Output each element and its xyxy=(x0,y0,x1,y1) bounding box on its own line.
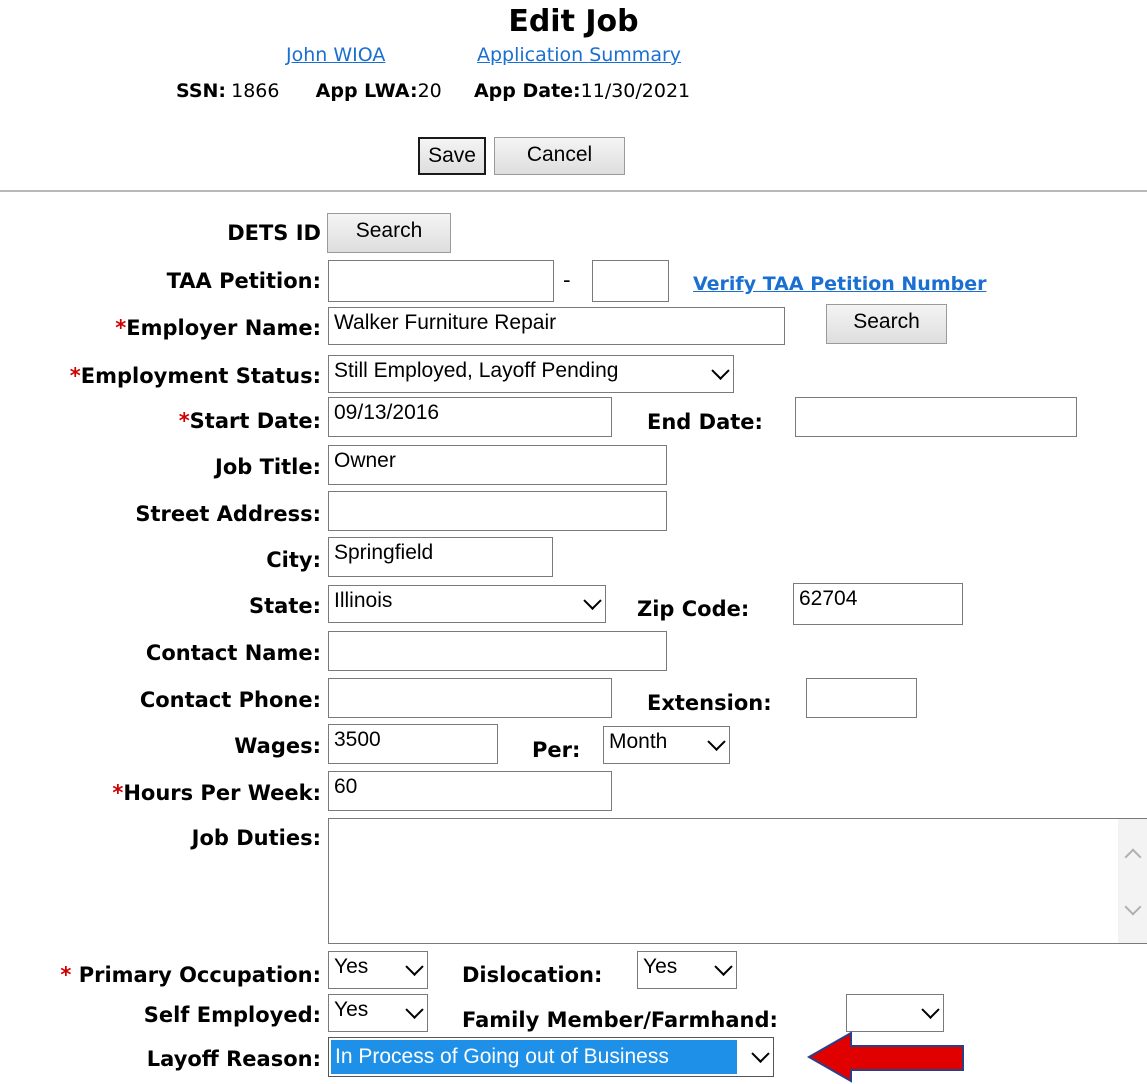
chevron-down-icon xyxy=(921,1000,940,1019)
primary-occupation-select[interactable]: Yes xyxy=(328,951,428,989)
required-marker: * xyxy=(115,316,127,340)
verify-taa-link[interactable]: Verify TAA Petition Number xyxy=(693,273,987,295)
scroll-down-icon[interactable] xyxy=(1124,898,1142,916)
chevron-down-icon xyxy=(583,591,602,610)
contact-name-input[interactable] xyxy=(328,631,667,671)
chevron-down-icon xyxy=(751,1044,770,1063)
wages-input[interactable]: 3500 xyxy=(328,724,498,764)
scroll-up-icon[interactable] xyxy=(1124,848,1142,866)
dets-search-button[interactable]: Search xyxy=(327,213,451,253)
wages-label: Wages: xyxy=(234,734,321,758)
applicant-name-link[interactable]: John WIOA xyxy=(286,44,385,66)
end-date-input[interactable] xyxy=(795,397,1077,437)
employment-status-label: *Employment Status: xyxy=(69,364,321,388)
taa-separator: - xyxy=(563,268,571,292)
city-input[interactable]: Springfield xyxy=(328,537,553,577)
family-member-label: Family Member/Farmhand: xyxy=(462,1008,778,1032)
city-label: City: xyxy=(266,548,321,572)
job-duties-label: Job Duties: xyxy=(191,826,321,850)
per-label: Per: xyxy=(532,738,581,762)
scrollbar[interactable] xyxy=(1118,819,1147,943)
arrow-left-icon xyxy=(806,1031,964,1083)
cancel-button[interactable]: Cancel xyxy=(494,137,625,175)
zip-code-input[interactable]: 62704 xyxy=(793,583,963,625)
page-title: Edit Job xyxy=(508,4,639,39)
app-date-label: App Date: xyxy=(473,80,581,102)
extension-label: Extension: xyxy=(647,691,772,715)
contact-phone-input[interactable] xyxy=(328,678,612,718)
extension-input[interactable] xyxy=(806,678,917,718)
start-date-label: *Start Date: xyxy=(178,409,321,433)
state-select[interactable]: Illinois xyxy=(328,585,606,623)
layoff-reason-label: Layoff Reason: xyxy=(146,1047,321,1071)
chevron-down-icon xyxy=(707,732,726,751)
chevron-down-icon xyxy=(405,1000,424,1019)
chevron-down-icon xyxy=(711,361,730,380)
state-label: State: xyxy=(248,594,321,618)
ssn-label: SSN: xyxy=(176,80,227,102)
employer-name-input[interactable]: Walker Furniture Repair xyxy=(328,307,785,345)
employer-search-button[interactable]: Search xyxy=(826,304,947,344)
family-member-select[interactable] xyxy=(846,994,944,1032)
dislocation-label: Dislocation: xyxy=(462,963,603,987)
summary-line: SSN: 1866 App LWA:20 App Date:11/30/2021 xyxy=(176,80,690,102)
start-date-input[interactable]: 09/13/2016 xyxy=(328,397,612,437)
job-duties-textarea[interactable] xyxy=(328,818,1147,944)
hours-per-week-label: *Hours Per Week: xyxy=(112,781,321,805)
zip-code-label: Zip Code: xyxy=(637,597,750,621)
contact-name-label: Contact Name: xyxy=(145,641,321,665)
job-title-label: Job Title: xyxy=(215,455,321,479)
contact-phone-label: Contact Phone: xyxy=(139,688,321,712)
taa-petition-input[interactable] xyxy=(328,260,554,302)
dislocation-select[interactable]: Yes xyxy=(637,951,737,989)
save-button[interactable]: Save xyxy=(418,137,486,175)
application-summary-link[interactable]: Application Summary xyxy=(477,44,681,66)
taa-petition-label: TAA Petition: xyxy=(166,269,321,293)
taa-petition-suffix-input[interactable] xyxy=(592,260,669,302)
primary-occupation-label: * Primary Occupation: xyxy=(60,963,321,987)
employer-name-label: *Employer Name: xyxy=(115,316,321,340)
layoff-reason-select[interactable]: In Process of Going out of Business xyxy=(328,1037,774,1077)
lwa-label: App LWA: xyxy=(315,80,418,102)
app-date-value: 11/30/2021 xyxy=(580,80,691,102)
dets-id-label: DETS ID xyxy=(227,221,321,245)
end-date-label: End Date: xyxy=(647,410,763,434)
layoff-reason-selected: In Process of Going out of Business xyxy=(331,1040,737,1074)
hours-per-week-input[interactable]: 60 xyxy=(328,771,612,811)
divider xyxy=(0,190,1147,192)
chevron-down-icon xyxy=(714,957,733,976)
ssn-value: 1866 xyxy=(231,80,280,102)
street-address-input[interactable] xyxy=(328,491,667,531)
self-employed-select[interactable]: Yes xyxy=(328,994,428,1032)
chevron-down-icon xyxy=(405,957,424,976)
per-select[interactable]: Month xyxy=(603,726,730,764)
self-employed-label: Self Employed: xyxy=(143,1003,321,1027)
lwa-value: 20 xyxy=(417,80,442,102)
street-address-label: Street Address: xyxy=(135,502,321,526)
employment-status-select[interactable]: Still Employed, Layoff Pending xyxy=(328,355,734,393)
job-title-input[interactable]: Owner xyxy=(328,445,667,485)
